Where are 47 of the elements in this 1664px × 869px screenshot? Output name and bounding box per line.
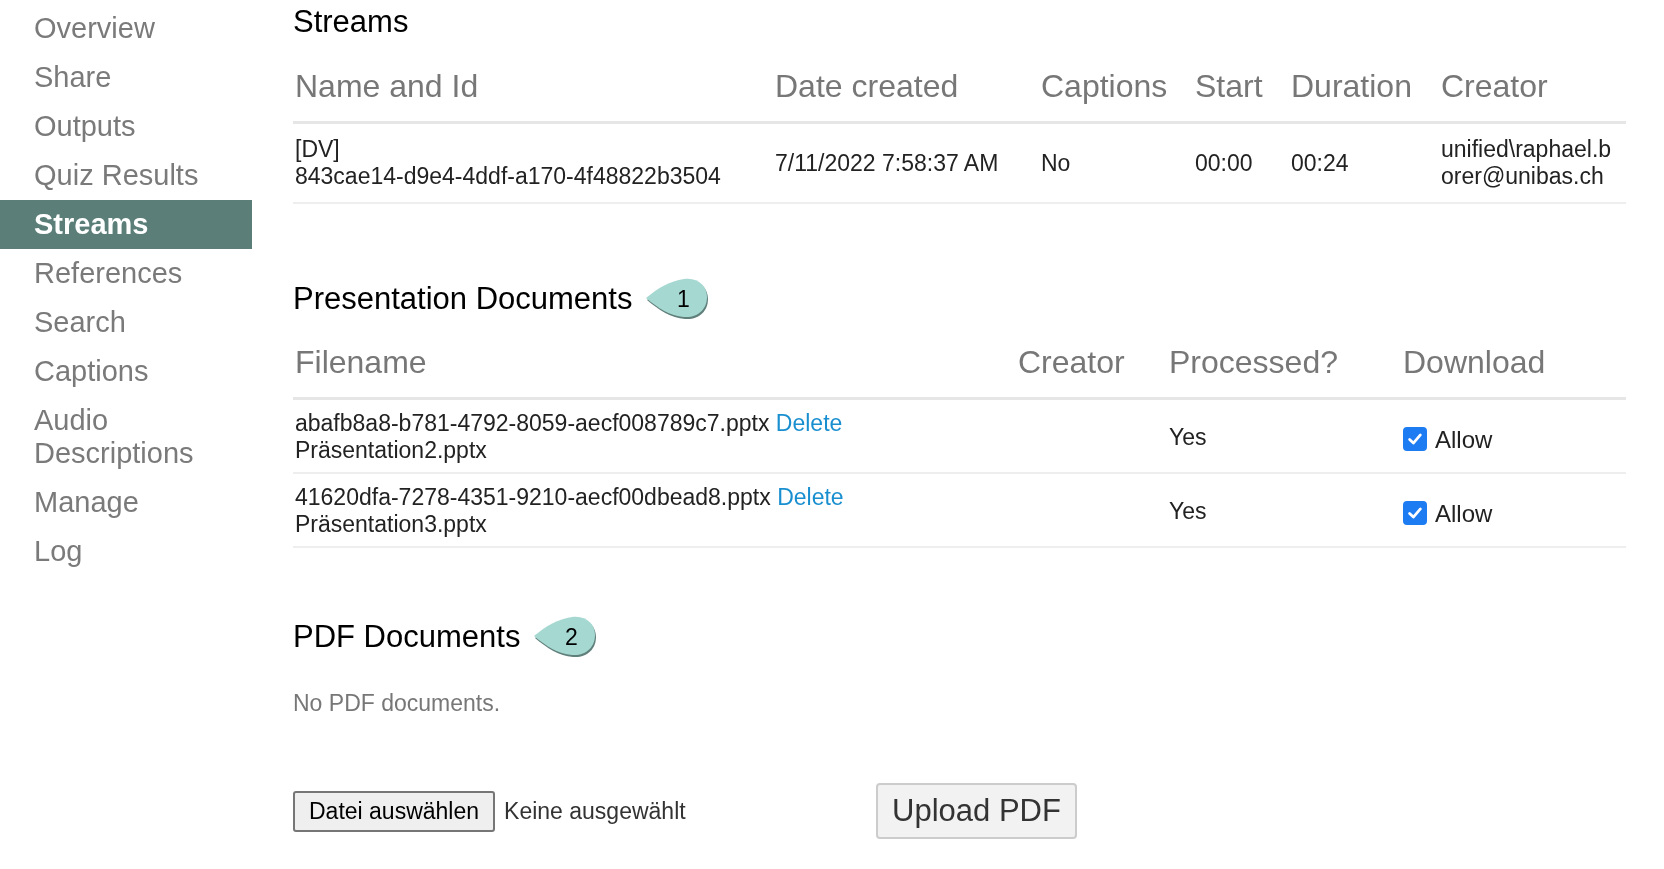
sidebar-item[interactable]: Search xyxy=(0,298,252,347)
sidebar-item[interactable]: Outputs xyxy=(0,102,252,151)
delete-link[interactable]: Delete xyxy=(777,484,844,510)
sidebar-item[interactable]: Streams xyxy=(0,200,252,249)
checkbox[interactable] xyxy=(1403,501,1427,526)
stream-id: 843cae14-d9e4-4ddf-a170-4f48822b3504 xyxy=(295,163,722,190)
upload-button[interactable]: Upload PDF xyxy=(876,783,1077,839)
column-header: Processed? xyxy=(1167,316,1401,399)
file-name: abafb8a8-b781-4792-8059-aecf008789c7.pptx xyxy=(295,410,770,436)
sidebar-item[interactable]: Log xyxy=(0,527,252,576)
checkbox-label: Allow xyxy=(1435,499,1493,527)
sidebar-item[interactable]: Captions xyxy=(0,347,252,396)
section-title: PDF Documents xyxy=(293,619,521,655)
column-header: Download xyxy=(1401,316,1626,399)
stream-name: [DV] xyxy=(295,136,341,163)
column-header: Creator xyxy=(1439,40,1626,123)
column-header: Creator xyxy=(1016,316,1167,399)
table-cell: 7/11/2022 7:58:37 AM xyxy=(775,149,999,176)
table-cell: Yes xyxy=(1169,423,1207,450)
file-name: 41620dfa-7278-4351-9210-aecf00dbead8.pptx xyxy=(295,484,771,510)
sidebar-item[interactable]: Quiz Results xyxy=(0,151,252,200)
column-header: Filename xyxy=(293,316,1016,399)
choose-file-button[interactable]: Datei auswählen xyxy=(293,790,496,832)
table-cell: Yes xyxy=(1169,497,1207,524)
delete-link[interactable]: Delete xyxy=(775,410,843,436)
column-header: Duration xyxy=(1289,40,1439,123)
column-header: Date created xyxy=(773,40,1039,123)
checkbox-label: Allow xyxy=(1435,425,1493,453)
sidebar-item[interactable]: References xyxy=(0,249,252,298)
file-status: Keine ausgewählt xyxy=(504,797,687,825)
table-cell: 00:24 xyxy=(1291,149,1349,176)
sidebar-item[interactable]: Audio Descriptions xyxy=(0,396,252,478)
column-header: Start xyxy=(1193,40,1289,123)
table-cell-text: unified\raphael.borer@unibas.ch xyxy=(1441,136,1613,190)
sidebar-item[interactable]: Manage xyxy=(0,478,252,527)
column-header: Captions xyxy=(1039,40,1193,123)
table-cell: No xyxy=(1041,149,1071,176)
empty-message: No PDF documents. xyxy=(293,690,502,717)
column-header: Name and Id xyxy=(293,40,773,123)
table-cell: 00:00 xyxy=(1195,149,1253,176)
section-title: Presentation Documents xyxy=(293,281,633,317)
original-file-name: Präsentation2.pptx xyxy=(295,437,488,464)
sidebar-item[interactable]: Overview xyxy=(0,4,252,53)
checkbox[interactable] xyxy=(1403,427,1427,452)
sidebar-item[interactable]: Share xyxy=(0,53,252,102)
original-file-name: Präsentation3.pptx xyxy=(295,511,488,538)
section-title: Streams xyxy=(293,4,410,40)
